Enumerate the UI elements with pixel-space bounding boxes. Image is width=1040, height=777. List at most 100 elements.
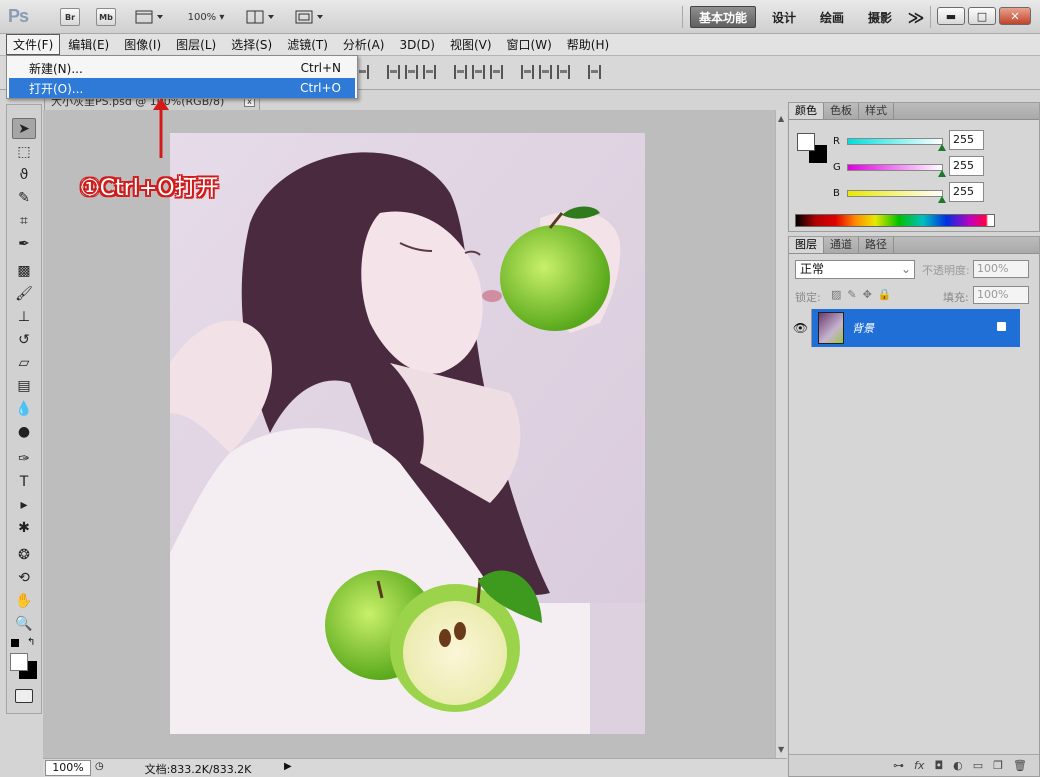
workspace-photography[interactable]: 摄影 xyxy=(862,6,898,28)
status-menu-arrow-icon[interactable]: ▶ xyxy=(284,761,292,772)
eyedropper-tool-icon[interactable]: ✒ xyxy=(12,233,36,254)
blue-slider[interactable] xyxy=(847,190,943,197)
blue-value-field[interactable]: 255 xyxy=(949,182,984,202)
layer-row-background[interactable]: 👁 背景 xyxy=(790,309,1020,347)
blur-tool-icon[interactable]: 💧 xyxy=(12,398,36,419)
opacity-field[interactable]: 100% xyxy=(973,260,1029,278)
swap-colors-icon[interactable]: ↰ xyxy=(27,637,35,648)
new-layer-icon[interactable]: ❐ xyxy=(993,759,1003,772)
green-slider-thumb[interactable] xyxy=(938,170,946,177)
foreground-color-swatch[interactable] xyxy=(10,653,28,671)
3d-rotate-tool-icon[interactable]: ❂ xyxy=(12,544,36,565)
marquee-tool-icon[interactable]: ⬚ xyxy=(12,141,36,162)
red-slider-thumb[interactable] xyxy=(938,144,946,151)
scroll-down-icon[interactable]: ▼ xyxy=(778,745,784,754)
red-slider[interactable] xyxy=(847,138,943,145)
type-tool-icon[interactable]: T xyxy=(12,471,36,492)
tab-channels[interactable]: 通道 xyxy=(824,237,859,253)
fx-icon[interactable]: fx xyxy=(914,759,924,772)
maximize-button[interactable]: □ xyxy=(968,7,996,25)
document-canvas[interactable] xyxy=(170,133,645,734)
3d-orbit-tool-icon[interactable]: ⟲ xyxy=(12,567,36,588)
menu-edit[interactable]: 编辑(E) xyxy=(61,34,116,55)
path-select-tool-icon[interactable]: ▸ xyxy=(12,494,36,515)
distribute-bottom-icon[interactable] xyxy=(490,65,503,79)
clone-stamp-tool-icon[interactable]: ⊥ xyxy=(12,306,36,327)
default-colors-icon[interactable] xyxy=(11,639,19,647)
more-workspaces-icon[interactable]: ≫ xyxy=(904,6,928,28)
tab-layers[interactable]: 图层 xyxy=(789,237,824,253)
zoom-tool-icon[interactable]: 🔍 xyxy=(12,613,36,634)
visibility-eye-icon[interactable]: 👁 xyxy=(790,309,812,347)
hand-tool-icon[interactable]: ✋ xyxy=(12,590,36,611)
menu-analysis[interactable]: 分析(A) xyxy=(336,34,392,55)
distribute-hcenter-icon[interactable] xyxy=(539,65,552,79)
red-value-field[interactable]: 255 xyxy=(949,130,984,150)
adjustment-icon[interactable]: ◐ xyxy=(953,759,963,772)
folder-icon[interactable]: ▭ xyxy=(973,759,983,772)
blue-slider-thumb[interactable] xyxy=(938,196,946,203)
menu-filter[interactable]: 滤镜(T) xyxy=(280,34,335,55)
menu-select[interactable]: 选择(S) xyxy=(224,34,279,55)
tab-paths[interactable]: 路径 xyxy=(859,237,894,253)
minibridge-button[interactable]: Mb xyxy=(96,8,116,26)
quick-select-tool-icon[interactable]: ✎ xyxy=(12,187,36,208)
color-spectrum-bar[interactable] xyxy=(795,214,995,227)
menu-file[interactable]: 文件(F) xyxy=(6,34,61,55)
auto-align-icon[interactable] xyxy=(588,65,601,79)
align-bottom-icon[interactable] xyxy=(405,65,418,79)
lock-pixels-icon[interactable]: ✎ xyxy=(847,288,856,301)
menu-item-new[interactable]: 新建(N)... Ctrl+N xyxy=(9,58,355,78)
menu-layer[interactable]: 图层(L) xyxy=(169,34,223,55)
close-button[interactable]: ✕ xyxy=(999,7,1031,25)
vertical-scrollbar[interactable]: ▲ ▼ xyxy=(775,110,787,758)
trash-icon[interactable]: 🗑 xyxy=(1013,759,1027,772)
brush-tool-icon[interactable]: 🖌 xyxy=(12,283,36,304)
eraser-tool-icon[interactable]: ▱ xyxy=(12,352,36,373)
dodge-tool-icon[interactable]: ● xyxy=(12,421,36,442)
tab-swatches[interactable]: 色板 xyxy=(824,103,859,119)
menu-help[interactable]: 帮助(H) xyxy=(560,34,616,55)
menu-window[interactable]: 窗口(W) xyxy=(500,34,559,55)
scroll-up-icon[interactable]: ▲ xyxy=(778,114,784,123)
screen-mode-button[interactable] xyxy=(292,8,328,26)
workspace-essentials[interactable]: 基本功能 xyxy=(690,6,756,28)
shape-tool-icon[interactable]: ✱ xyxy=(12,517,36,538)
zoom-level-dropdown[interactable]: 100% ▾ xyxy=(180,8,232,26)
status-info-icon[interactable]: ◷ xyxy=(95,761,104,772)
tab-styles[interactable]: 样式 xyxy=(859,103,894,119)
lock-all-icon[interactable]: 🔒 xyxy=(878,288,892,301)
lock-position-icon[interactable]: ✥ xyxy=(863,288,872,301)
mask-icon[interactable]: ◘ xyxy=(934,759,943,772)
gradient-tool-icon[interactable]: ▤ xyxy=(12,375,36,396)
history-brush-tool-icon[interactable]: ↺ xyxy=(12,329,36,350)
blend-mode-select[interactable]: 正常 ⌄ xyxy=(795,260,915,279)
foreground-color-chip[interactable] xyxy=(797,133,815,151)
menu-view[interactable]: 视图(V) xyxy=(443,34,499,55)
align-left-icon[interactable] xyxy=(423,65,436,79)
distribute-top-icon[interactable] xyxy=(454,65,467,79)
arrange-documents-button[interactable] xyxy=(243,8,279,26)
lasso-tool-icon[interactable]: ϑ xyxy=(12,164,36,185)
bridge-button[interactable]: Br xyxy=(60,8,80,26)
healing-brush-tool-icon[interactable]: ▩ xyxy=(12,260,36,281)
pen-tool-icon[interactable]: ✑ xyxy=(12,448,36,469)
minimize-button[interactable]: ▬ xyxy=(937,7,965,25)
workspace-painting[interactable]: 绘画 xyxy=(814,6,850,28)
lock-transparency-icon[interactable]: ▨ xyxy=(831,288,841,301)
distribute-vcenter-icon[interactable] xyxy=(472,65,485,79)
quick-mask-icon[interactable] xyxy=(15,689,33,703)
view-extras-button[interactable] xyxy=(132,8,168,26)
green-value-field[interactable]: 255 xyxy=(949,156,984,176)
link-icon[interactable]: ⊶ xyxy=(893,759,904,772)
menu-item-open[interactable]: 打开(O)... Ctrl+O xyxy=(9,78,355,98)
fill-field[interactable]: 100% xyxy=(973,286,1029,304)
distribute-right-icon[interactable] xyxy=(557,65,570,79)
workspace-design[interactable]: 设计 xyxy=(766,6,802,28)
tab-color[interactable]: 颜色 xyxy=(789,103,824,119)
green-slider[interactable] xyxy=(847,164,943,171)
menu-image[interactable]: 图像(I) xyxy=(117,34,168,55)
crop-tool-icon[interactable]: ⌗ xyxy=(12,210,36,231)
distribute-left-icon[interactable] xyxy=(521,65,534,79)
align-vcenter-icon[interactable] xyxy=(387,65,400,79)
